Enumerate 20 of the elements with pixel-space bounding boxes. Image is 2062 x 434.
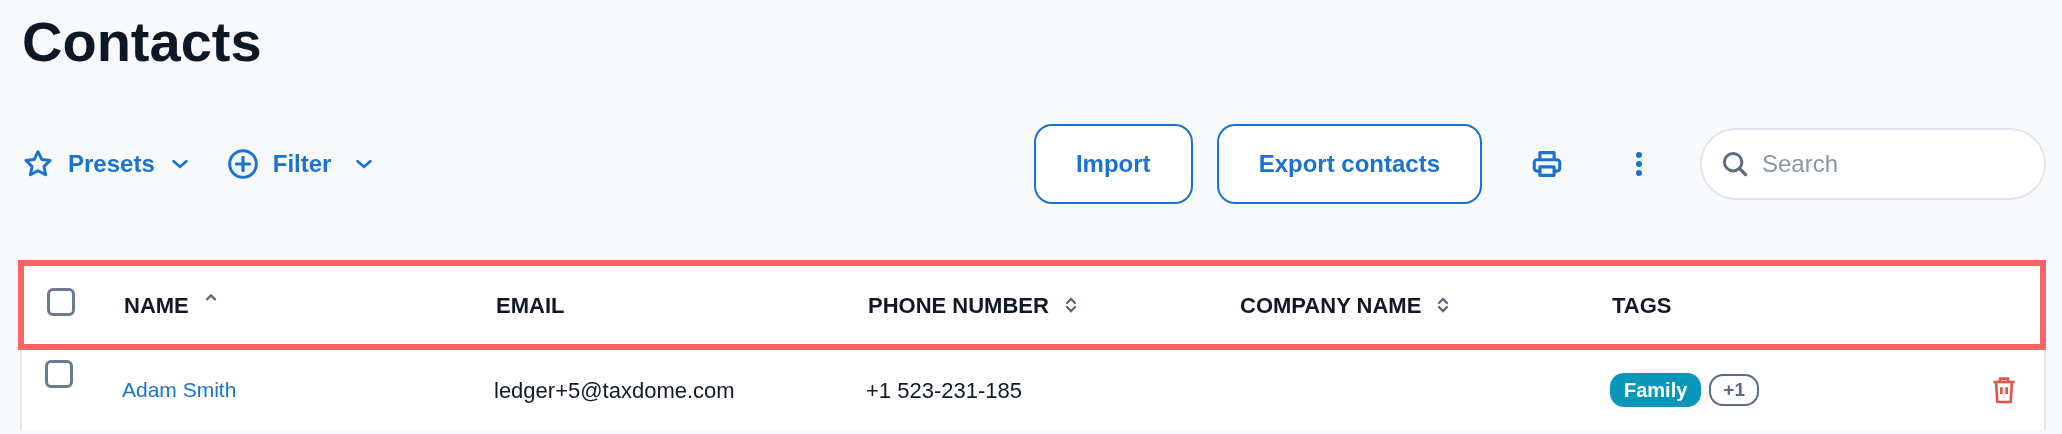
plus-circle-icon xyxy=(226,148,259,180)
filter-button[interactable]: Filter xyxy=(226,146,376,182)
search-icon xyxy=(1720,149,1750,179)
column-header[interactable]: NAME xyxy=(124,288,189,322)
presets-button[interactable]: Presets xyxy=(22,146,191,182)
import-button[interactable]: Import xyxy=(1033,124,1193,204)
search-field[interactable]: Search xyxy=(1700,128,2046,200)
column-header[interactable]: PHONE NUMBER xyxy=(868,288,1049,322)
column-header[interactable]: TAGS xyxy=(1612,288,1672,322)
tag[interactable]: Family xyxy=(1610,373,1702,407)
more-tags-badge[interactable]: +1 xyxy=(1709,373,1760,407)
contact-name-link[interactable]: Adam Smith xyxy=(122,378,237,402)
export-button[interactable]: Export contacts xyxy=(1216,124,1482,204)
email-cell: ledger+5@taxdome.com xyxy=(494,377,735,403)
row-checkbox[interactable] xyxy=(45,360,73,388)
column-header[interactable]: EMAIL xyxy=(496,288,565,322)
select-all-checkbox[interactable] xyxy=(47,287,75,316)
page-title: Contacts xyxy=(22,14,263,70)
phone-cell: +1 523-231-185 xyxy=(866,377,1022,403)
column-header[interactable]: COMPANY NAME xyxy=(1240,288,1422,322)
